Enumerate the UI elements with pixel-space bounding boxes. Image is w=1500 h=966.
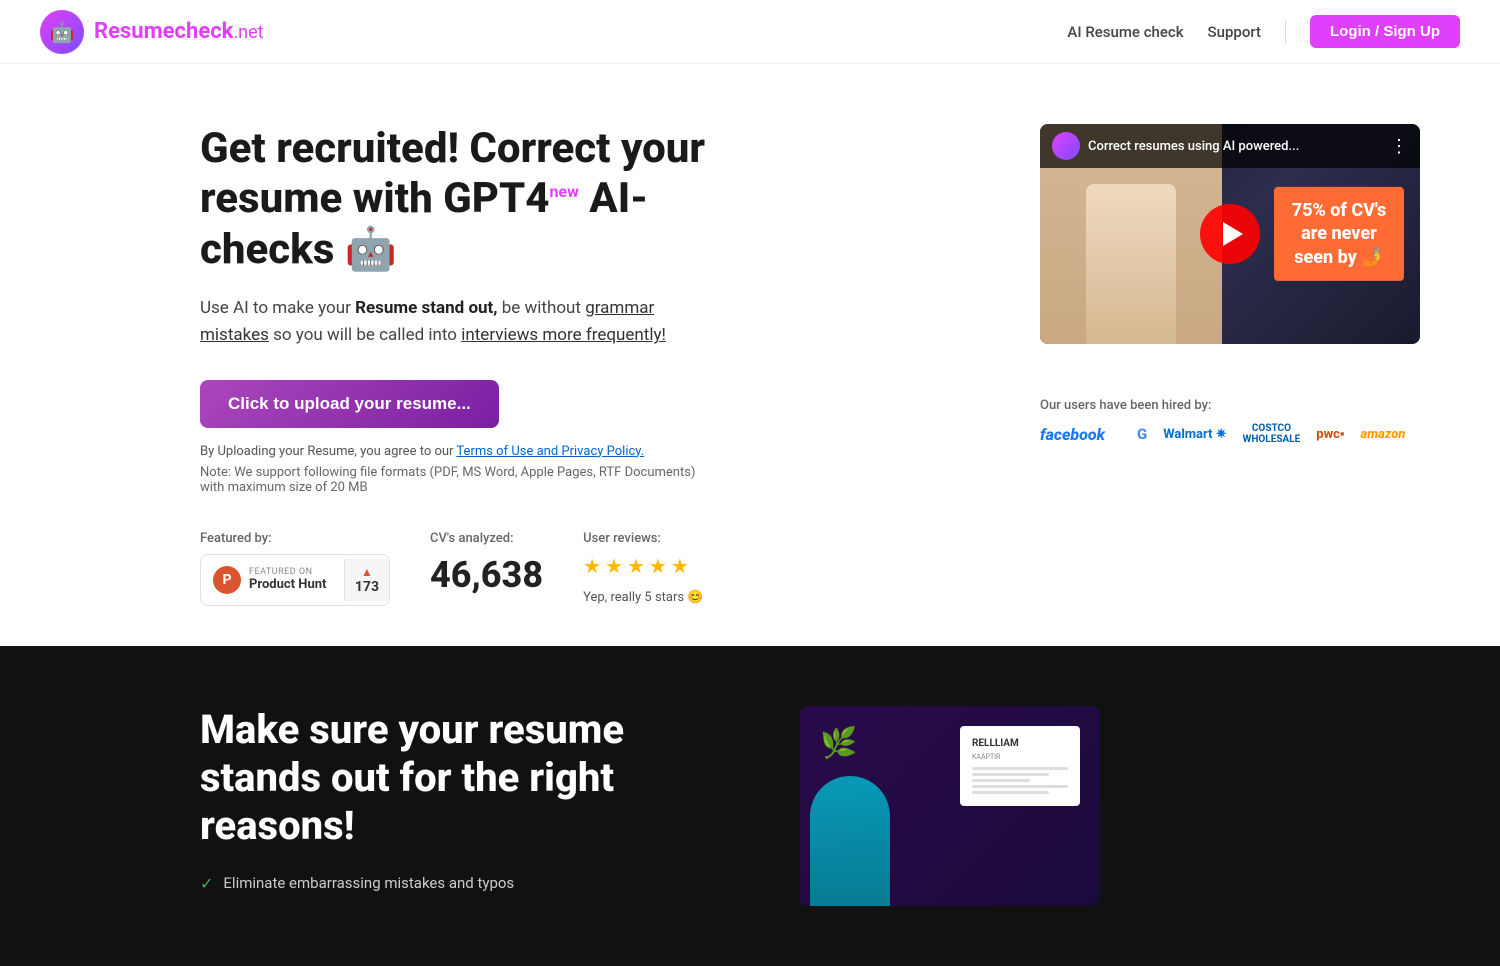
dark-section: Make sure your resume stands out for the…: [0, 646, 1500, 966]
upload-button[interactable]: Click to upload your resume...: [200, 380, 499, 428]
logo[interactable]: 🤖 Resumecheck.net: [40, 10, 264, 54]
star-1: ★: [583, 554, 601, 578]
interviews-link[interactable]: interviews more frequently!: [461, 325, 666, 345]
terms-text: By Uploading your Resume, you agree to o…: [200, 444, 720, 459]
costco-logo: COSTCOWHOLESALE: [1243, 423, 1301, 445]
person-silhouette: [810, 776, 890, 906]
review-text: Yep, really 5 stars 😊: [583, 590, 703, 605]
hero-title-new-badge: new: [549, 182, 578, 201]
check-icon: ✓: [200, 874, 213, 893]
resume-card: RELLLIAM KAAPTIR: [960, 726, 1080, 806]
resume-line-4: [972, 785, 1068, 788]
person-figure: [1086, 184, 1176, 344]
social-proof: Featured by: P FEATURED ON Product Hunt …: [200, 531, 720, 606]
resume-line-5: [972, 791, 1049, 794]
hero-right-column: 75% of CV's are never seen by 🤳 Correct …: [1040, 124, 1420, 445]
logo-text: Resumecheck.net: [94, 19, 264, 44]
dark-title: Make sure your resume stands out for the…: [200, 706, 720, 850]
star-5: ★: [671, 554, 689, 578]
video-title-bar: Correct resumes using AI powered... ⋮: [1040, 124, 1420, 168]
nav-links: AI Resume check Support Login / Sign Up: [1067, 15, 1460, 48]
dark-list: ✓ Eliminate embarrassing mistakes and ty…: [200, 874, 720, 893]
resume-subtitle: KAAPTIR: [972, 753, 1068, 761]
nav-support[interactable]: Support: [1208, 23, 1261, 41]
reviews-block: User reviews: ★ ★ ★ ★ ★ Yep, really 5 st…: [583, 531, 703, 605]
ph-text: FEATURED ON Product Hunt: [249, 567, 326, 592]
pwc-logo: pwc▪: [1316, 426, 1344, 442]
video-title: Correct resumes using AI powered...: [1088, 139, 1382, 154]
video-menu-icon[interactable]: ⋮: [1390, 136, 1408, 157]
resume-line-3: [972, 779, 1030, 782]
video-bg: 75% of CV's are never seen by 🤳 Correct …: [1040, 124, 1420, 344]
dark-list-text: Eliminate embarrassing mistakes and typo…: [223, 874, 514, 892]
cvs-count: 46,638: [430, 554, 543, 596]
star-rating: ★ ★ ★ ★ ★: [583, 554, 703, 578]
resume-line-1: [972, 767, 1068, 770]
play-icon: [1223, 222, 1243, 246]
ph-left: P FEATURED ON Product Hunt: [201, 558, 344, 602]
channel-avatar: [1052, 132, 1080, 160]
cvs-label: CV's analyzed:: [430, 531, 543, 546]
hero-subtitle: Use AI to make your Resume stand out, be…: [200, 295, 720, 349]
product-hunt-badge[interactable]: P FEATURED ON Product Hunt ▲ 173: [200, 554, 390, 606]
dark-right: 🌿 RELLLIAM KAAPTIR: [800, 706, 1120, 906]
resume-preview: 🌿 RELLLIAM KAAPTIR: [800, 706, 1100, 906]
hero-section: Get recruited! Correct your resume with …: [0, 64, 1500, 646]
ph-name: Product Hunt: [249, 577, 326, 592]
nav-divider: [1285, 20, 1286, 44]
hero-left: Get recruited! Correct your resume with …: [200, 124, 720, 606]
nav-ai-resume[interactable]: AI Resume check: [1067, 23, 1183, 41]
video-thumbnail[interactable]: 75% of CV's are never seen by 🤳 Correct …: [1040, 124, 1420, 344]
plant-decoration: 🌿: [820, 726, 857, 761]
logo-icon: 🤖: [40, 10, 84, 54]
walmart-logo: Walmart ✷: [1163, 427, 1226, 442]
login-button[interactable]: Login / Sign Up: [1310, 15, 1460, 48]
google-logo: G: [1137, 425, 1147, 443]
cvs-block: CV's analyzed: 46,638: [430, 531, 543, 596]
star-3: ★: [627, 554, 645, 578]
ph-right: ▲ 173: [344, 559, 389, 601]
star-4: ★: [649, 554, 667, 578]
hero-title: Get recruited! Correct your resume with …: [200, 124, 720, 275]
resume-name: RELLLIAM: [972, 738, 1068, 749]
reviews-label: User reviews:: [583, 531, 703, 546]
ph-count: 173: [355, 579, 379, 595]
navbar: 🤖 Resumecheck.net AI Resume check Suppor…: [0, 0, 1500, 64]
facebook-logo: facebook: [1040, 425, 1105, 444]
file-note: Note: We support following file formats …: [200, 465, 720, 495]
ph-featured: FEATURED ON: [249, 567, 326, 577]
hired-section: Our users have been hired by: facebook G…: [1040, 398, 1420, 445]
video-play-button[interactable]: [1200, 204, 1260, 264]
ph-logo: P: [213, 566, 241, 594]
star-2: ★: [605, 554, 623, 578]
amazon-logo: amazon: [1361, 427, 1406, 442]
hired-label: Our users have been hired by:: [1040, 398, 1420, 413]
featured-label: Featured by:: [200, 531, 390, 546]
dark-list-item: ✓ Eliminate embarrassing mistakes and ty…: [200, 874, 720, 893]
product-hunt-block: Featured by: P FEATURED ON Product Hunt …: [200, 531, 390, 606]
resume-lines: [972, 767, 1068, 794]
company-logos: facebook G Walmart ✷ COSTCOWHOLESALE pwc…: [1040, 423, 1420, 445]
dark-left: Make sure your resume stands out for the…: [200, 706, 720, 893]
video-overlay-stat: 75% of CV's are never seen by 🤳: [1274, 187, 1404, 281]
ph-arrow: ▲: [361, 565, 373, 579]
resume-line-2: [972, 773, 1049, 776]
terms-link[interactable]: Terms of Use and Privacy Policy.: [456, 444, 644, 459]
